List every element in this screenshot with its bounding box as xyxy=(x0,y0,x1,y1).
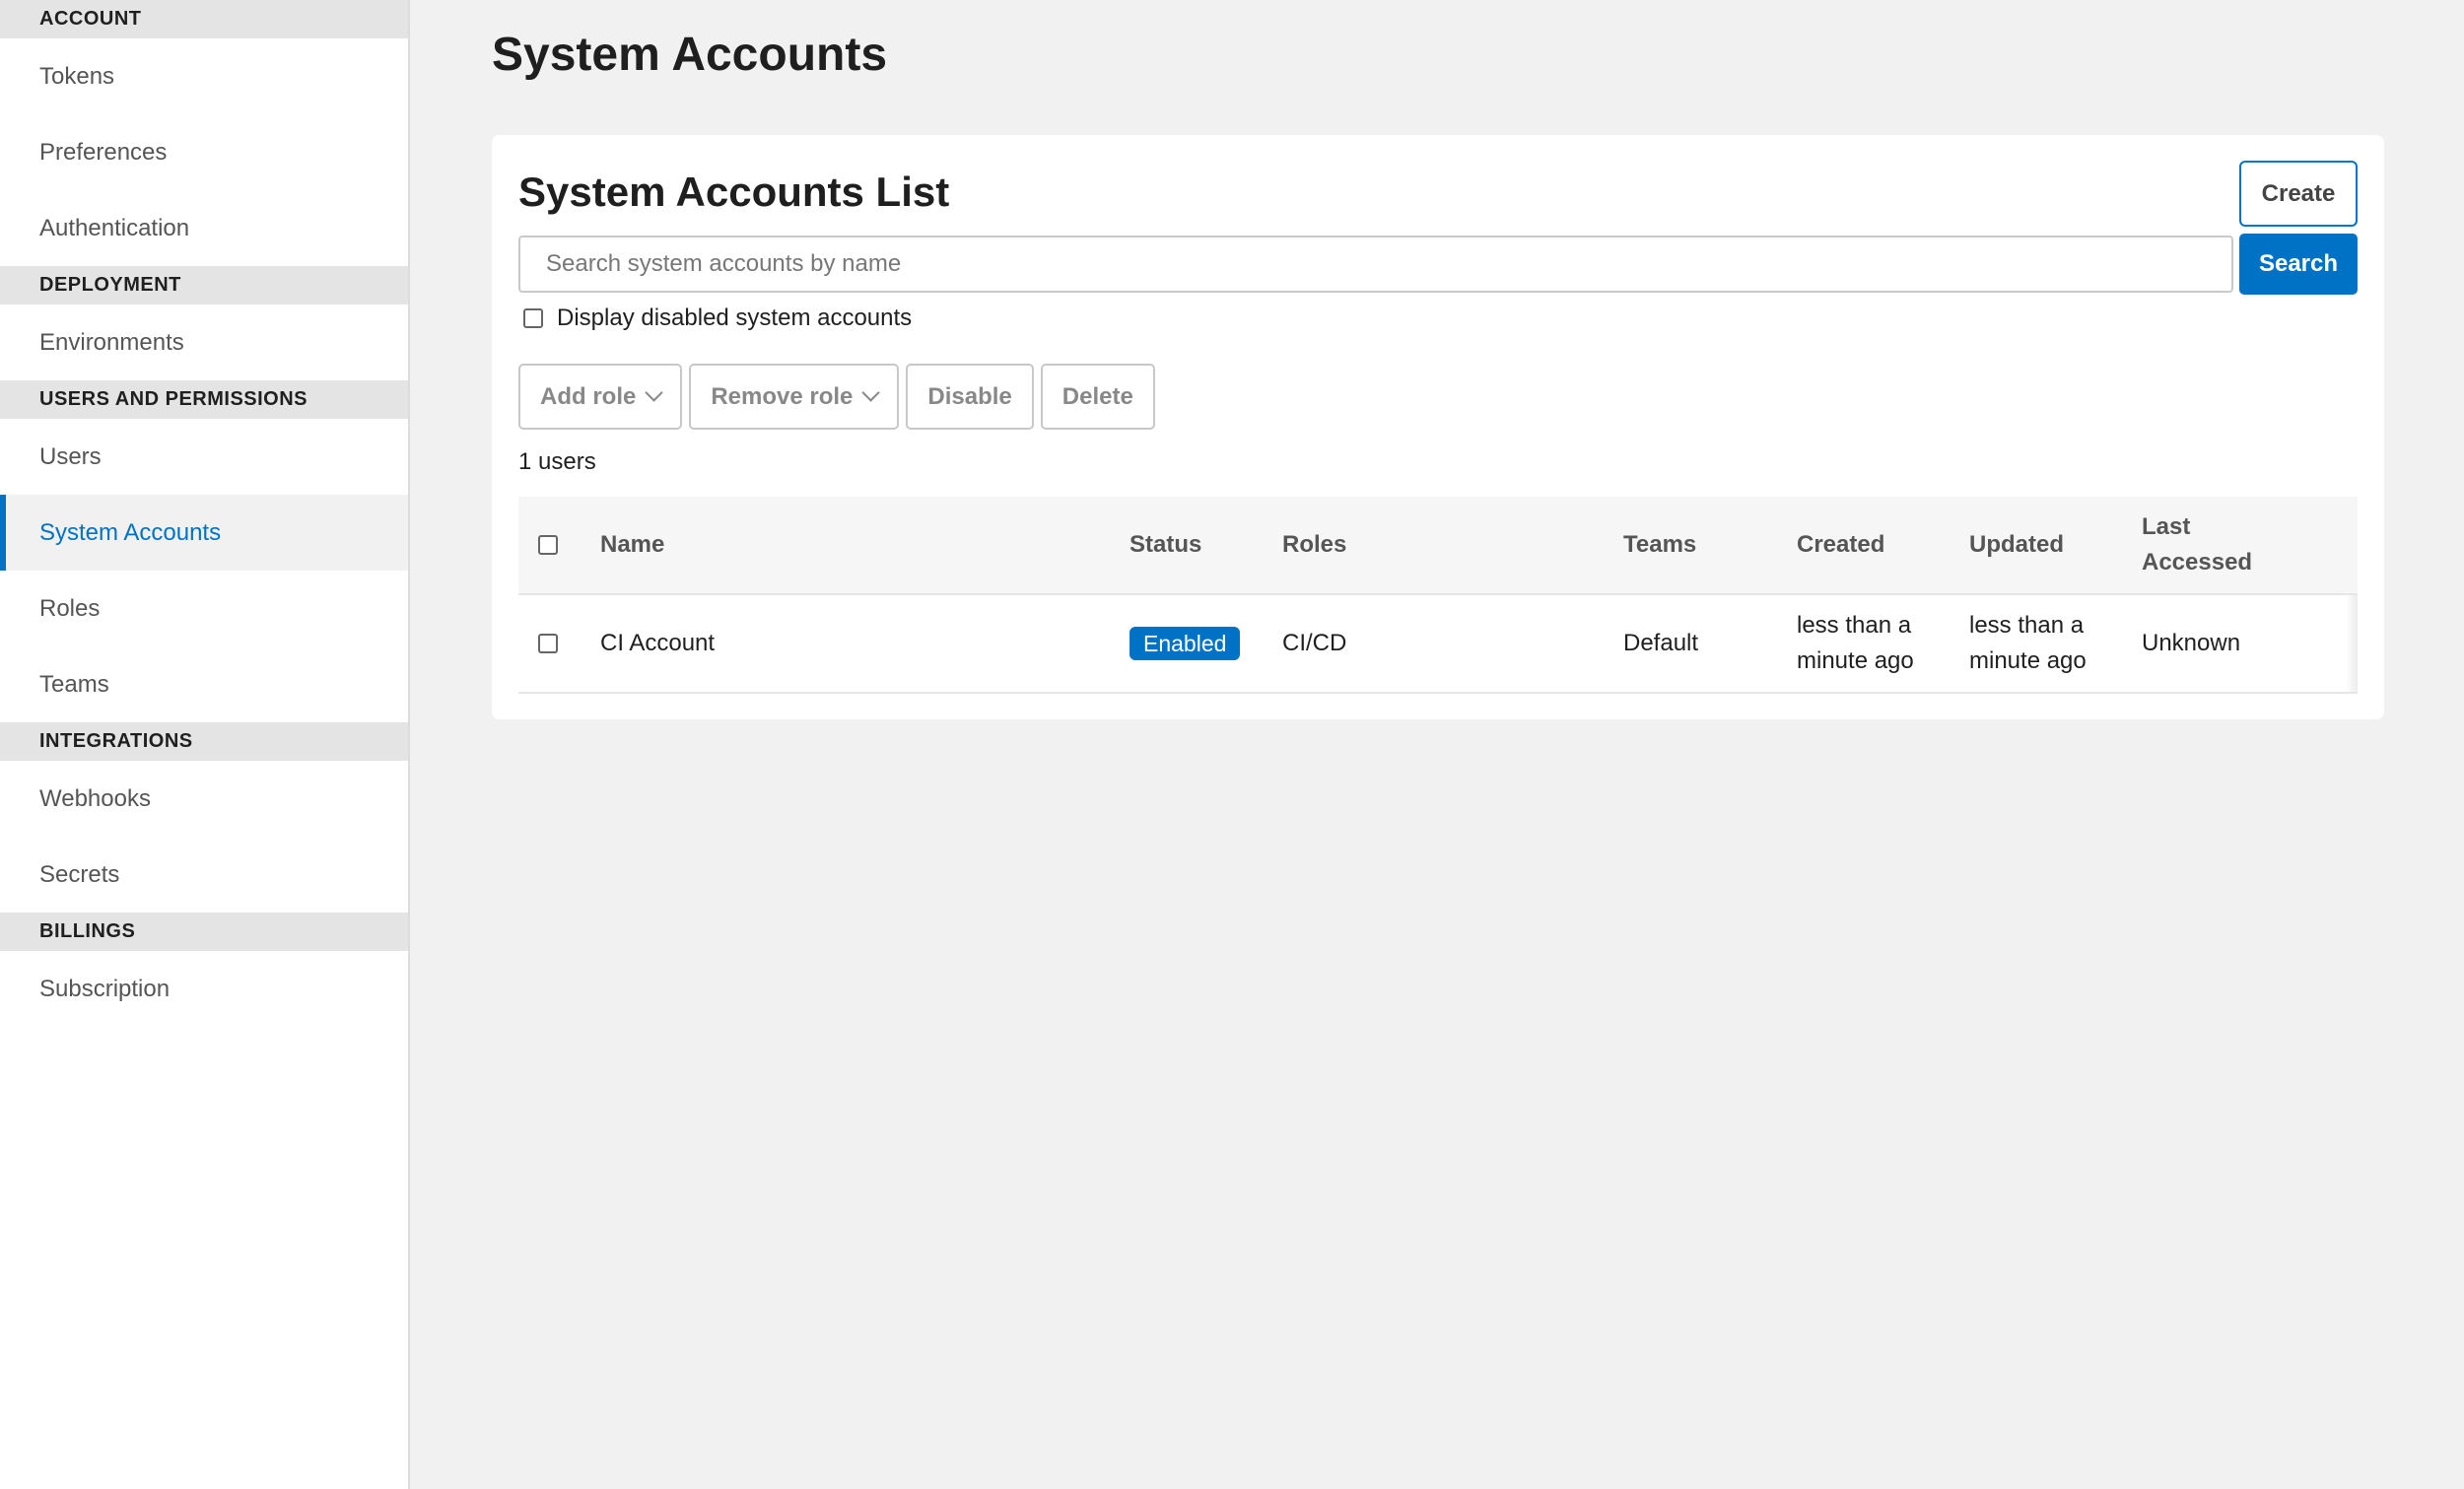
display-disabled-label: Display disabled system accounts xyxy=(557,305,913,331)
sidebar-item-subscription[interactable]: Subscription xyxy=(0,951,408,1027)
create-button[interactable]: Create xyxy=(2239,161,2358,227)
column-header-name[interactable]: Name xyxy=(600,497,664,593)
display-disabled-checkbox[interactable] xyxy=(523,308,543,328)
table-row[interactable]: CI Account Enabled CI/CD Default less th… xyxy=(518,595,2358,694)
column-header-teams[interactable]: Teams xyxy=(1623,497,1696,593)
display-disabled-toggle[interactable]: Display disabled system accounts xyxy=(523,305,912,332)
section-header-billings: BILLINGS xyxy=(0,913,408,951)
row-checkbox[interactable] xyxy=(538,634,558,653)
column-header-last-accessed[interactable]: Last Accessed xyxy=(2142,497,2270,593)
status-badge: Enabled xyxy=(1129,627,1241,660)
system-accounts-card: System Accounts List Create Search Displ… xyxy=(492,135,2384,719)
sidebar-item-tokens[interactable]: Tokens xyxy=(0,38,408,114)
sidebar-item-roles[interactable]: Roles xyxy=(0,571,408,646)
sidebar-item-secrets[interactable]: Secrets xyxy=(0,837,408,913)
page-title: System Accounts xyxy=(492,29,888,81)
search-input[interactable] xyxy=(518,236,2233,293)
account-teams: Default xyxy=(1623,630,1699,656)
section-header-integrations: INTEGRATIONS xyxy=(0,722,408,761)
add-role-button[interactable]: Add role xyxy=(518,364,683,430)
sidebar-item-preferences[interactable]: Preferences xyxy=(0,114,408,190)
select-all-checkbox[interactable] xyxy=(538,535,558,555)
account-created: less than a minute ago xyxy=(1797,612,1914,674)
remove-role-label: Remove role xyxy=(711,382,854,410)
account-last-accessed: Unknown xyxy=(2142,630,2241,656)
section-header-deployment: DEPLOYMENT xyxy=(0,266,408,305)
remove-role-button[interactable]: Remove role xyxy=(689,364,900,430)
table-header: Name Status Roles Teams Created Updated … xyxy=(518,497,2358,595)
sidebar-item-authentication[interactable]: Authentication xyxy=(0,190,408,266)
chevron-down-icon xyxy=(861,383,881,402)
disable-button[interactable]: Disable xyxy=(906,364,1034,430)
sidebar-item-teams[interactable]: Teams xyxy=(0,646,408,722)
sidebar-item-webhooks[interactable]: Webhooks xyxy=(0,761,408,837)
column-header-updated[interactable]: Updated xyxy=(1969,497,2117,593)
scroll-shadow xyxy=(2346,595,2358,692)
column-header-status[interactable]: Status xyxy=(1129,497,1201,593)
chevron-down-icon xyxy=(645,383,664,402)
section-header-account: ACCOUNT xyxy=(0,0,408,38)
delete-button[interactable]: Delete xyxy=(1040,364,1155,430)
sidebar-item-environments[interactable]: Environments xyxy=(0,305,408,380)
section-header-users-and-permissions: USERS AND PERMISSIONS xyxy=(0,380,408,419)
account-name[interactable]: CI Account xyxy=(600,595,715,692)
column-header-roles[interactable]: Roles xyxy=(1282,497,1346,593)
bulk-actions: Add role Remove role Disable Delete xyxy=(518,364,1155,430)
add-role-label: Add role xyxy=(540,382,637,410)
account-updated: less than a minute ago xyxy=(1969,612,2087,674)
sidebar: ACCOUNT Tokens Preferences Authenticatio… xyxy=(0,0,410,1489)
column-header-created[interactable]: Created xyxy=(1797,497,1945,593)
search-button[interactable]: Search xyxy=(2239,234,2358,295)
account-roles: CI/CD xyxy=(1282,630,1347,656)
sidebar-item-users[interactable]: Users xyxy=(0,419,408,495)
system-accounts-table: Name Status Roles Teams Created Updated … xyxy=(518,497,2358,694)
card-title: System Accounts List xyxy=(518,169,950,215)
sidebar-item-system-accounts[interactable]: System Accounts xyxy=(0,495,408,571)
user-count: 1 users xyxy=(518,448,596,475)
